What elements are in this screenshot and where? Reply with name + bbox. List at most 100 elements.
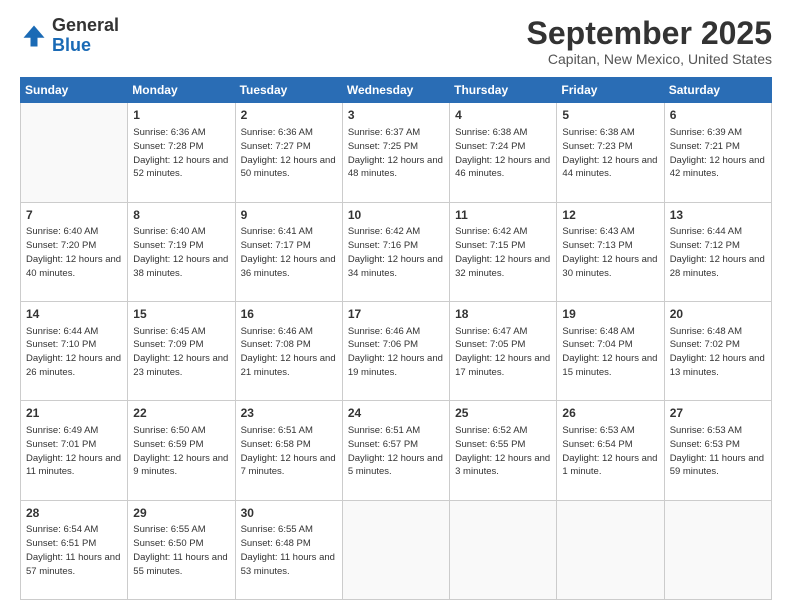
day-info: Sunrise: 6:46 AMSunset: 7:06 PMDaylight:… xyxy=(348,325,444,380)
calendar-cell: 9Sunrise: 6:41 AMSunset: 7:17 PMDaylight… xyxy=(235,202,342,301)
day-number: 22 xyxy=(133,405,229,422)
day-number: 25 xyxy=(455,405,551,422)
calendar-cell: 12Sunrise: 6:43 AMSunset: 7:13 PMDayligh… xyxy=(557,202,664,301)
calendar-cell: 1Sunrise: 6:36 AMSunset: 7:28 PMDaylight… xyxy=(128,103,235,202)
day-info: Sunrise: 6:54 AMSunset: 6:51 PMDaylight:… xyxy=(26,523,122,578)
day-number: 24 xyxy=(348,405,444,422)
calendar-cell xyxy=(342,500,449,599)
day-info: Sunrise: 6:55 AMSunset: 6:50 PMDaylight:… xyxy=(133,523,229,578)
day-info: Sunrise: 6:44 AMSunset: 7:12 PMDaylight:… xyxy=(670,225,766,280)
day-number: 12 xyxy=(562,207,658,224)
week-row-1: 1Sunrise: 6:36 AMSunset: 7:28 PMDaylight… xyxy=(21,103,772,202)
day-number: 14 xyxy=(26,306,122,323)
day-number: 4 xyxy=(455,107,551,124)
calendar-header-row: Sunday Monday Tuesday Wednesday Thursday… xyxy=(21,78,772,103)
header-wednesday: Wednesday xyxy=(342,78,449,103)
header-monday: Monday xyxy=(128,78,235,103)
calendar-cell: 30Sunrise: 6:55 AMSunset: 6:48 PMDayligh… xyxy=(235,500,342,599)
day-number: 17 xyxy=(348,306,444,323)
day-number: 21 xyxy=(26,405,122,422)
month-title: September 2025 xyxy=(527,16,772,51)
calendar-cell: 11Sunrise: 6:42 AMSunset: 7:15 PMDayligh… xyxy=(450,202,557,301)
day-number: 11 xyxy=(455,207,551,224)
day-info: Sunrise: 6:42 AMSunset: 7:16 PMDaylight:… xyxy=(348,225,444,280)
calendar-cell: 17 Sunrise: 6:46 AMSunset: 7:06 PMDayligh… xyxy=(342,301,449,400)
day-info: Sunrise: 6:38 AMSunset: 7:24 PMDaylight:… xyxy=(455,126,551,181)
day-number: 10 xyxy=(348,207,444,224)
day-number: 30 xyxy=(241,505,337,522)
calendar-cell: 7Sunrise: 6:40 AMSunset: 7:20 PMDaylight… xyxy=(21,202,128,301)
calendar-cell: 22 Sunrise: 6:50 AMSunset: 6:59 PMDayligh… xyxy=(128,401,235,500)
calendar-cell: 3 Sunrise: 6:37 AMSunset: 7:25 PMDaylight… xyxy=(342,103,449,202)
calendar-cell: 23Sunrise: 6:51 AMSunset: 6:58 PMDayligh… xyxy=(235,401,342,500)
day-info: Sunrise: 6:50 AMSunset: 6:59 PMDaylight:… xyxy=(133,424,229,479)
calendar-table: Sunday Monday Tuesday Wednesday Thursday… xyxy=(20,77,772,600)
logo-text: General Blue xyxy=(52,16,119,56)
logo-blue-text: Blue xyxy=(52,35,91,55)
location: Capitan, New Mexico, United States xyxy=(527,51,772,67)
day-info: Sunrise: 6:47 AMSunset: 7:05 PMDaylight:… xyxy=(455,325,551,380)
day-info: Sunrise: 6:55 AMSunset: 6:48 PMDaylight:… xyxy=(241,523,337,578)
day-number: 29 xyxy=(133,505,229,522)
calendar-cell: 18 Sunrise: 6:47 AMSunset: 7:05 PMDayligh… xyxy=(450,301,557,400)
week-row-5: 28Sunrise: 6:54 AMSunset: 6:51 PMDayligh… xyxy=(21,500,772,599)
calendar-cell: 28Sunrise: 6:54 AMSunset: 6:51 PMDayligh… xyxy=(21,500,128,599)
calendar-cell: 20Sunrise: 6:48 AMSunset: 7:02 PMDayligh… xyxy=(664,301,771,400)
title-block: September 2025 Capitan, New Mexico, Unit… xyxy=(527,16,772,67)
day-info: Sunrise: 6:36 AMSunset: 7:27 PMDaylight:… xyxy=(241,126,337,181)
day-info: Sunrise: 6:53 AMSunset: 6:53 PMDaylight:… xyxy=(670,424,766,479)
week-row-4: 21Sunrise: 6:49 AMSunset: 7:01 PMDayligh… xyxy=(21,401,772,500)
calendar-cell: 4 Sunrise: 6:38 AMSunset: 7:24 PMDaylight… xyxy=(450,103,557,202)
day-info: Sunrise: 6:53 AMSunset: 6:54 PMDaylight:… xyxy=(562,424,658,479)
calendar-cell xyxy=(557,500,664,599)
day-number: 5 xyxy=(562,107,658,124)
day-number: 13 xyxy=(670,207,766,224)
day-number: 7 xyxy=(26,207,122,224)
calendar-cell: 24Sunrise: 6:51 AMSunset: 6:57 PMDayligh… xyxy=(342,401,449,500)
day-info: Sunrise: 6:51 AMSunset: 6:58 PMDaylight:… xyxy=(241,424,337,479)
calendar-cell: 26 Sunrise: 6:53 AMSunset: 6:54 PMDayligh… xyxy=(557,401,664,500)
day-number: 18 xyxy=(455,306,551,323)
day-number: 16 xyxy=(241,306,337,323)
header-tuesday: Tuesday xyxy=(235,78,342,103)
day-number: 19 xyxy=(562,306,658,323)
day-number: 27 xyxy=(670,405,766,422)
day-info: Sunrise: 6:36 AMSunset: 7:28 PMDaylight:… xyxy=(133,126,229,181)
calendar-cell: 19 Sunrise: 6:48 AMSunset: 7:04 PMDayligh… xyxy=(557,301,664,400)
day-info: Sunrise: 6:52 AMSunset: 6:55 PMDaylight:… xyxy=(455,424,551,479)
logo-general-text: General xyxy=(52,15,119,35)
calendar-cell: 27 Sunrise: 6:53 AMSunset: 6:53 PMDayligh… xyxy=(664,401,771,500)
calendar-cell: 2 Sunrise: 6:36 AMSunset: 7:27 PMDaylight… xyxy=(235,103,342,202)
day-info: Sunrise: 6:40 AMSunset: 7:20 PMDaylight:… xyxy=(26,225,122,280)
calendar-cell: 25 Sunrise: 6:52 AMSunset: 6:55 PMDayligh… xyxy=(450,401,557,500)
logo: General Blue xyxy=(20,16,119,56)
day-number: 3 xyxy=(348,107,444,124)
day-info: Sunrise: 6:48 AMSunset: 7:04 PMDaylight:… xyxy=(562,325,658,380)
week-row-2: 7Sunrise: 6:40 AMSunset: 7:20 PMDaylight… xyxy=(21,202,772,301)
calendar-cell: 29Sunrise: 6:55 AMSunset: 6:50 PMDayligh… xyxy=(128,500,235,599)
day-number: 9 xyxy=(241,207,337,224)
day-number: 26 xyxy=(562,405,658,422)
day-info: Sunrise: 6:44 AMSunset: 7:10 PMDaylight:… xyxy=(26,325,122,380)
calendar-cell: 21Sunrise: 6:49 AMSunset: 7:01 PMDayligh… xyxy=(21,401,128,500)
day-info: Sunrise: 6:37 AMSunset: 7:25 PMDaylight:… xyxy=(348,126,444,181)
calendar-cell xyxy=(450,500,557,599)
calendar-cell: 16 Sunrise: 6:46 AMSunset: 7:08 PMDayligh… xyxy=(235,301,342,400)
logo-icon xyxy=(20,22,48,50)
header: General Blue September 2025 Capitan, New… xyxy=(20,16,772,67)
day-info: Sunrise: 6:45 AMSunset: 7:09 PMDaylight:… xyxy=(133,325,229,380)
page: General Blue September 2025 Capitan, New… xyxy=(0,0,792,612)
calendar-cell: 8Sunrise: 6:40 AMSunset: 7:19 PMDaylight… xyxy=(128,202,235,301)
calendar-cell: 15 Sunrise: 6:45 AMSunset: 7:09 PMDayligh… xyxy=(128,301,235,400)
day-info: Sunrise: 6:40 AMSunset: 7:19 PMDaylight:… xyxy=(133,225,229,280)
calendar-cell: 5Sunrise: 6:38 AMSunset: 7:23 PMDaylight… xyxy=(557,103,664,202)
day-number: 2 xyxy=(241,107,337,124)
calendar-cell: 13Sunrise: 6:44 AMSunset: 7:12 PMDayligh… xyxy=(664,202,771,301)
calendar-cell xyxy=(21,103,128,202)
day-info: Sunrise: 6:39 AMSunset: 7:21 PMDaylight:… xyxy=(670,126,766,181)
header-thursday: Thursday xyxy=(450,78,557,103)
day-info: Sunrise: 6:46 AMSunset: 7:08 PMDaylight:… xyxy=(241,325,337,380)
day-number: 15 xyxy=(133,306,229,323)
header-saturday: Saturday xyxy=(664,78,771,103)
day-number: 8 xyxy=(133,207,229,224)
